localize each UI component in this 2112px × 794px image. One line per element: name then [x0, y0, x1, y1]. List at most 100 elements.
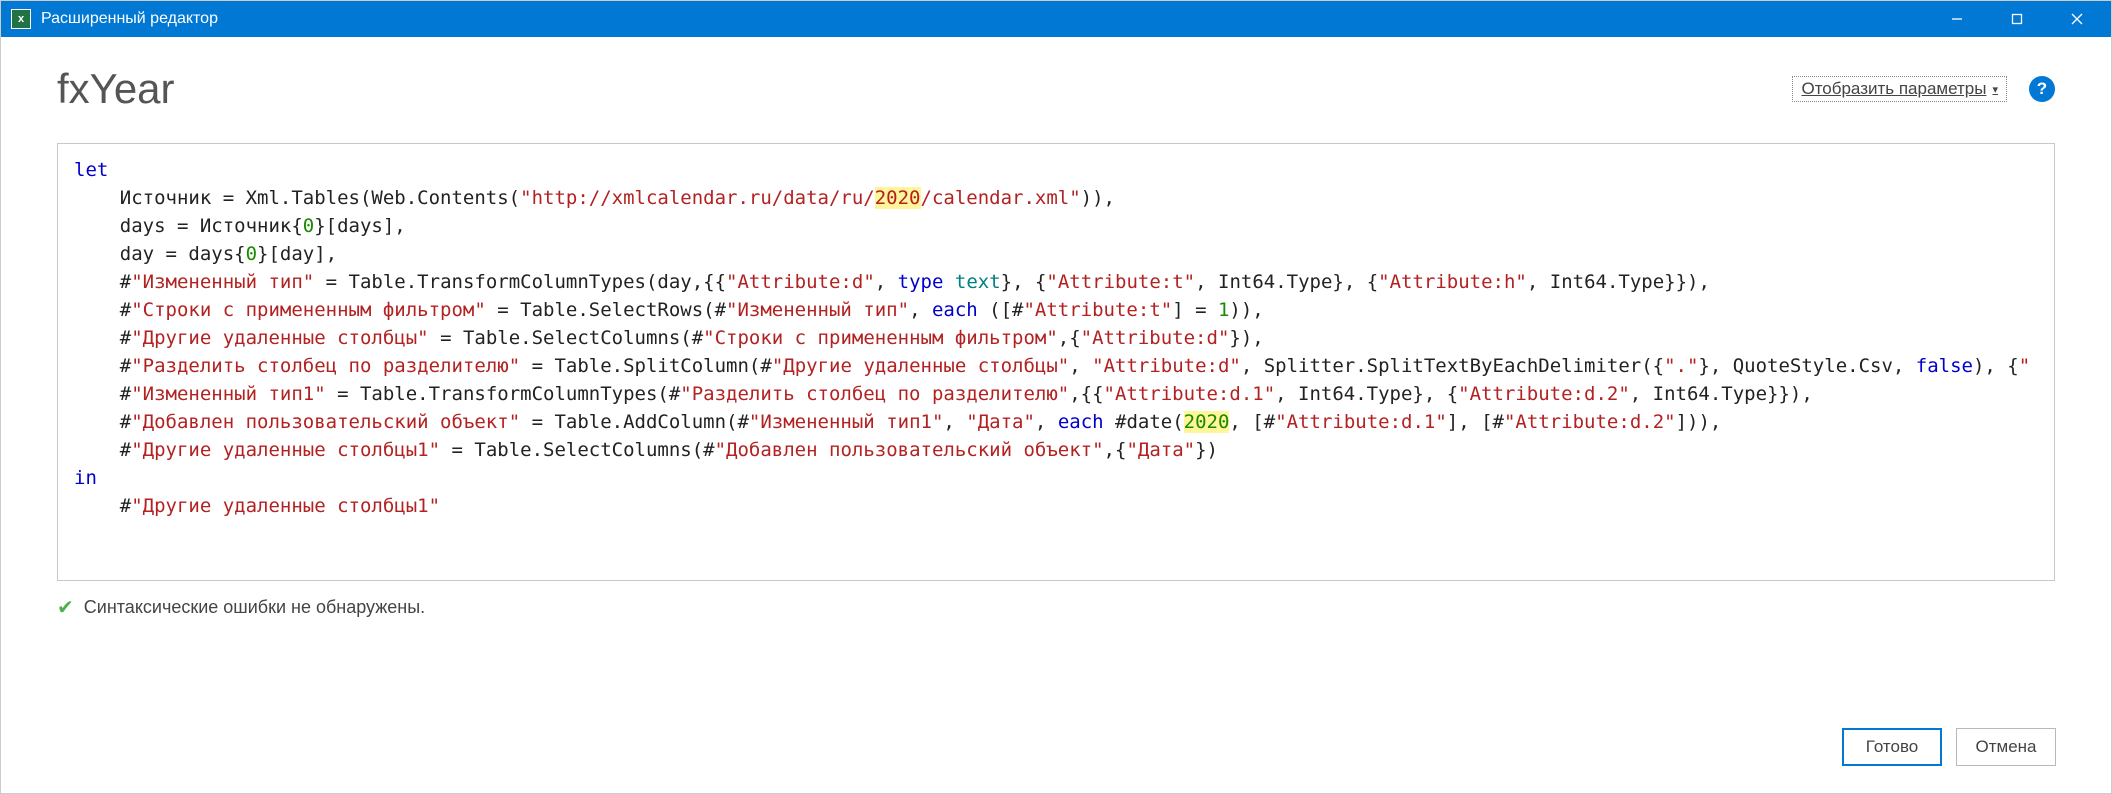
content-area: fxYear Отобразить параметры ▾ ? let Исто… — [1, 37, 2111, 640]
code-text: , Int64.Type}, { — [1195, 271, 1378, 293]
code-str: "Строки с примененным фильтром" — [703, 327, 1058, 349]
code-text — [943, 271, 954, 293]
check-icon: ✔ — [57, 595, 74, 620]
code-text: # — [74, 439, 131, 461]
display-parameters-link[interactable]: Отобразить параметры ▾ — [1792, 76, 2007, 102]
code-text: # — [74, 271, 131, 293]
code-text: # — [74, 495, 131, 517]
code-str: "Измененный тип" — [726, 299, 909, 321]
code-kw: false — [1916, 355, 1973, 377]
code-text: , Int64.Type}}), — [1630, 383, 1813, 405]
code-str: "Дата" — [966, 411, 1035, 433]
code-text: , Splitter.SplitTextByEachDelimiter({ — [1241, 355, 1664, 377]
code-text: = Table.TransformColumnTypes(# — [326, 383, 681, 405]
code-kw: type — [898, 271, 944, 293]
code-kw: each — [932, 299, 978, 321]
code-text: , [# — [1229, 411, 1275, 433]
code-str: "Attribute:t" — [1023, 299, 1172, 321]
code-str: "Attribute:t" — [1046, 271, 1195, 293]
dialog-buttons: Готово Отмена — [1842, 728, 2056, 766]
code-highlight: 2020 — [1184, 411, 1230, 433]
code-str: "Добавлен пользовательский объект" — [715, 439, 1104, 461]
code-str: "Измененный тип1" — [749, 411, 943, 433]
code-text: }) — [1195, 439, 1218, 461]
minimize-button[interactable] — [1927, 1, 1987, 37]
window-title: Расширенный редактор — [41, 10, 1927, 28]
code-num: 0 — [246, 243, 257, 265]
code-text: ,{ — [1058, 327, 1081, 349]
code-highlight: 2020 — [875, 187, 921, 209]
help-icon[interactable]: ? — [2029, 76, 2055, 102]
code-text: #date( — [1104, 411, 1184, 433]
code-str: "Attribute:d.2" — [1504, 411, 1676, 433]
code-text: = Table.SplitColumn(# — [520, 355, 772, 377]
window-controls — [1927, 1, 2107, 37]
code-text: ([# — [978, 299, 1024, 321]
code-str: "Измененный тип1" — [131, 383, 325, 405]
code-text: )), — [1081, 187, 1115, 209]
code-str: "Добавлен пользовательский объект" — [131, 411, 520, 433]
code-text: = Table.SelectColumns(# — [440, 439, 715, 461]
ok-button[interactable]: Готово — [1842, 728, 1942, 766]
code-text: # — [74, 299, 131, 321]
code-str: "Attribute:d.1" — [1275, 411, 1447, 433]
code-kw: in — [74, 467, 97, 489]
code-str: "Дата" — [1126, 439, 1195, 461]
code-kw: each — [1058, 411, 1104, 433]
code-text: , — [909, 299, 932, 321]
code-text: Источник = Xml.Tables(Web.Contents( — [74, 187, 520, 209]
code-text: days = Источник{ — [74, 215, 303, 237]
display-parameters-label: Отобразить параметры — [1801, 79, 1986, 99]
code-str: "Attribute:d.1" — [1104, 383, 1276, 405]
chevron-down-icon: ▾ — [1992, 83, 1998, 96]
code-text: # — [74, 411, 131, 433]
code-text: # — [74, 383, 131, 405]
code-text: , — [943, 411, 966, 433]
code-text: , — [1069, 355, 1092, 377]
code-kw: let — [74, 159, 108, 181]
code-str: "Другие удаленные столбцы" — [131, 327, 428, 349]
status-text: Синтаксические ошибки не обнаружены. — [84, 597, 425, 618]
code-text: }), — [1229, 327, 1263, 349]
code-text: , — [1035, 411, 1058, 433]
code-text: ])), — [1676, 411, 1722, 433]
code-str: "." — [1664, 355, 1698, 377]
excel-icon: x — [11, 9, 31, 29]
code-kw: text — [955, 271, 1001, 293]
code-text: )), — [1229, 299, 1263, 321]
status-row: ✔ Синтаксические ошибки не обнаружены. — [57, 595, 2055, 620]
code-text: ] = — [1172, 299, 1218, 321]
code-str: "Attribute:h" — [1378, 271, 1527, 293]
code-text: # — [74, 355, 131, 377]
code-str: "Attribute:d" — [1081, 327, 1230, 349]
code-text: ,{{ — [1069, 383, 1103, 405]
code-str: "Другие удаленные столбцы1" — [131, 439, 440, 461]
code-text: = Table.AddColumn(# — [520, 411, 749, 433]
code-text: = Table.SelectColumns(# — [429, 327, 704, 349]
code-text: , Int64.Type}}), — [1527, 271, 1710, 293]
code-str: "Другие удаленные столбцы" — [772, 355, 1069, 377]
cancel-button[interactable]: Отмена — [1956, 728, 2056, 766]
code-str: "Измененный тип" — [131, 271, 314, 293]
code-str: "Другие удаленные столбцы1" — [131, 495, 440, 517]
code-text: }[day], — [257, 243, 337, 265]
code-editor[interactable]: let Источник = Xml.Tables(Web.Contents("… — [57, 143, 2055, 581]
code-str: "Attribute:d" — [1092, 355, 1241, 377]
code-num: 0 — [303, 215, 314, 237]
function-name-title: fxYear — [57, 65, 175, 113]
code-str: "Attribute:d" — [726, 271, 875, 293]
code-text: = Table.TransformColumnTypes(day,{{ — [314, 271, 726, 293]
code-text: # — [74, 327, 131, 349]
code-text: , — [875, 271, 898, 293]
code-str: " — [2019, 355, 2030, 377]
code-text: day = days{ — [74, 243, 246, 265]
code-text: = Table.SelectRows(# — [486, 299, 726, 321]
code-text: }, QuoteStyle.Csv, — [1698, 355, 1915, 377]
code-text: ], [# — [1447, 411, 1504, 433]
code-text: , Int64.Type}, { — [1275, 383, 1458, 405]
title-bar: x Расширенный редактор — [1, 1, 2111, 37]
code-str: "http://xmlcalendar.ru/data/ru/ — [520, 187, 875, 209]
close-button[interactable] — [2047, 1, 2107, 37]
code-text: }[days], — [314, 215, 406, 237]
maximize-button[interactable] — [1987, 1, 2047, 37]
